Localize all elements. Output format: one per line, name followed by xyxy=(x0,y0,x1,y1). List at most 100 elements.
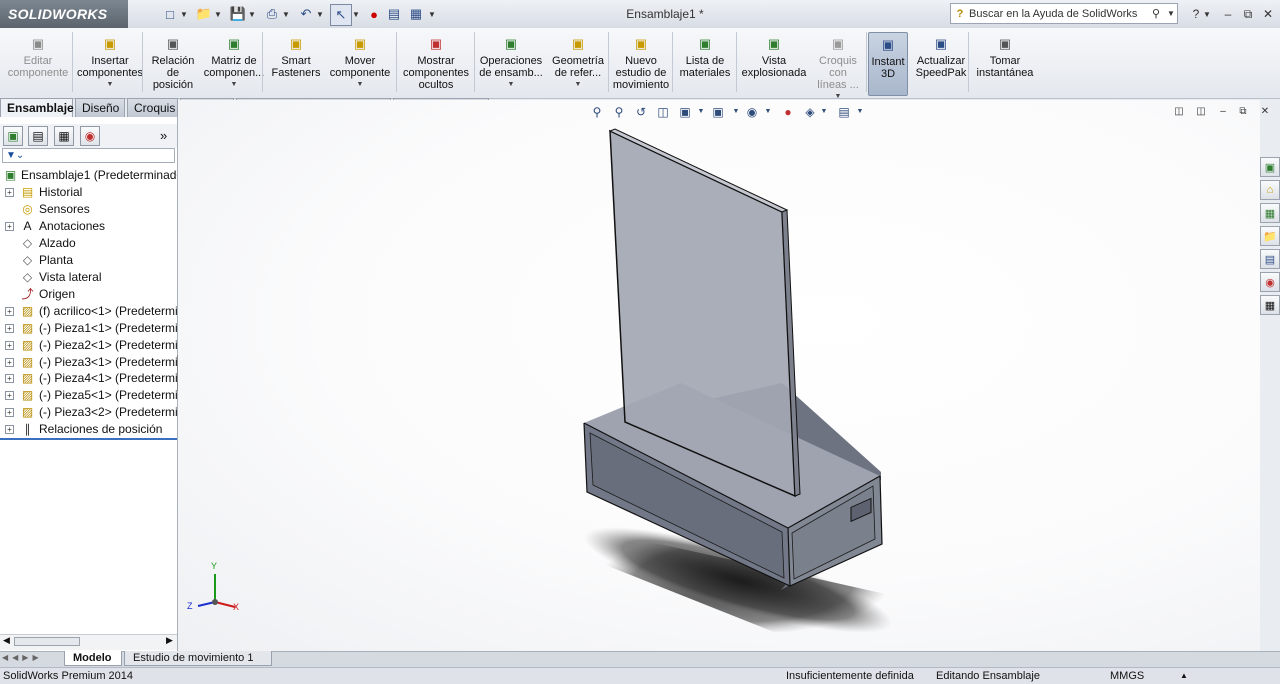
tree-item[interactable]: + ∥ Relaciones de posición xyxy=(0,421,177,438)
display-manager-tab-icon[interactable]: ◉ xyxy=(80,126,100,146)
property-manager-tab-icon[interactable]: ▤ xyxy=(28,126,48,146)
show-hidden-components-button[interactable]: ▣ Mostrar componentes ocultos xyxy=(398,32,474,96)
chevron-down-icon[interactable]: ▼ xyxy=(1165,9,1177,18)
configuration-manager-tab-icon[interactable]: ▦ xyxy=(54,126,74,146)
hide-show-items-icon[interactable]: ◉ xyxy=(744,104,760,120)
split-view-icon[interactable]: ◫ xyxy=(1194,104,1208,120)
expand-icon[interactable]: + xyxy=(5,357,14,367)
instant-3d-button[interactable]: ▣ Instant 3D xyxy=(868,32,908,96)
move-component-button[interactable]: ▣ Mover componente ▼ xyxy=(325,32,395,96)
scroll-left-icon[interactable]: ◀ xyxy=(3,635,10,646)
chevron-down-icon[interactable]: ▼ xyxy=(231,81,238,89)
previous-view-icon[interactable]: ↺ xyxy=(633,104,649,120)
edit-component-button[interactable]: ▣ Editar componente xyxy=(5,32,71,96)
apply-scene-icon[interactable]: ◈ xyxy=(802,104,818,120)
expand-icon[interactable]: + xyxy=(5,306,14,316)
tree-item[interactable]: ◇ Planta xyxy=(0,252,177,269)
chevron-down-icon[interactable]: ▼ xyxy=(316,4,324,24)
expand-icon[interactable]: + xyxy=(5,323,14,333)
chevron-down-icon[interactable]: ▼ xyxy=(428,4,436,24)
expand-icon[interactable]: + xyxy=(5,188,14,197)
expand-icon[interactable]: + xyxy=(5,340,14,350)
tree-item[interactable]: + ▨ (-) Pieza5<1> (Predetermina xyxy=(0,387,177,404)
doc-minimize-icon[interactable]: – xyxy=(1216,104,1230,120)
print-icon[interactable]: ⎙ xyxy=(262,4,282,24)
tree-item[interactable]: ⤴ Origen xyxy=(0,286,177,303)
tree-item[interactable]: + ▨ (f) acrilico<1> (Predetermin xyxy=(0,303,177,320)
close-icon[interactable]: ✕ xyxy=(1258,4,1278,24)
help-search-box[interactable]: ? Buscar en la Ayuda de SolidWorks ⚲ ▼ xyxy=(950,3,1178,24)
chevron-down-icon[interactable]: ▼ xyxy=(820,104,828,120)
tree-item[interactable]: ◇ Alzado xyxy=(0,235,177,252)
view-palette-icon[interactable]: ▤ xyxy=(1260,249,1280,269)
design-library-icon[interactable]: ▦ xyxy=(1260,203,1280,223)
scroll-right-icon[interactable]: ▶ xyxy=(166,635,173,646)
zoom-to-fit-icon[interactable]: ⚲ xyxy=(589,104,605,120)
tree-item[interactable]: + ▨ (-) Pieza4<1> (Predetermina xyxy=(0,370,177,387)
open-folder-icon[interactable]: 📁 xyxy=(194,4,214,24)
bill-of-materials-button[interactable]: ▣ Lista de materiales xyxy=(674,32,736,96)
chevron-down-icon[interactable]: ▼ xyxy=(248,4,256,24)
chevron-down-icon[interactable]: ▼ xyxy=(1202,4,1212,24)
component-pattern-button[interactable]: ▣ Matriz de componen... ▼ xyxy=(203,32,265,96)
horizontal-scrollbar[interactable]: ◀ ▶ xyxy=(0,634,177,650)
zoom-to-area-icon[interactable]: ⚲ xyxy=(611,104,627,120)
new-motion-study-button[interactable]: ▣ Nuevo estudio de movimiento xyxy=(612,32,670,96)
take-snapshot-button[interactable]: ▣ Tomar instantánea xyxy=(972,32,1038,96)
motion-study-tab[interactable]: Estudio de movimiento 1 xyxy=(124,651,272,666)
chevron-down-icon[interactable]: ▼ xyxy=(357,81,364,89)
rebuild-traffic-light-icon[interactable]: ● xyxy=(364,4,384,24)
chevron-down-icon[interactable]: ▼ xyxy=(856,104,864,120)
edit-appearance-icon[interactable]: ● xyxy=(780,104,796,120)
tree-item[interactable]: + ▨ (-) Pieza3<1> (Predetermina xyxy=(0,354,177,371)
tree-item[interactable]: + A Anotaciones xyxy=(0,218,177,235)
chevron-down-icon[interactable]: ▼ xyxy=(180,4,188,24)
doc-close-icon[interactable]: ✕ xyxy=(1258,104,1272,120)
solidworks-resources-icon[interactable]: ▣ xyxy=(1260,157,1280,177)
tree-item[interactable]: + ▤ Historial xyxy=(0,184,177,201)
chevron-down-icon[interactable]: ▼ xyxy=(214,4,222,24)
expand-icon[interactable]: + xyxy=(5,425,14,435)
smart-fasteners-button[interactable]: ▣ Smart Fasteners xyxy=(268,32,324,96)
tab-diseño[interactable]: Diseño xyxy=(75,98,125,117)
view-orientation-icon[interactable]: ▣ xyxy=(677,104,693,120)
chevron-down-icon[interactable]: ▼ xyxy=(764,104,772,120)
doc-restore-icon[interactable]: ⧉ xyxy=(1236,104,1250,120)
chevron-down-icon[interactable]: ▼ xyxy=(107,81,114,89)
model-render[interactable] xyxy=(178,100,1260,651)
undo-icon[interactable]: ↶ xyxy=(296,4,316,24)
chevron-down-icon[interactable]: ▼ xyxy=(732,104,740,120)
file-properties-icon[interactable]: ▤ xyxy=(384,4,404,24)
tree-item[interactable]: + ▨ (-) Pieza1<1> (Predetermina xyxy=(0,320,177,337)
search-input[interactable]: Buscar en la Ayuda de SolidWorks xyxy=(969,8,1147,20)
search-icon[interactable]: ⚲ xyxy=(1147,7,1165,20)
insert-components-button[interactable]: ▣ Insertar componentes ▼ xyxy=(75,32,145,96)
chevron-down-icon[interactable]: ▼ xyxy=(282,4,290,24)
display-style-icon[interactable]: ▣ xyxy=(710,104,726,120)
restore-icon[interactable]: ⧉ xyxy=(1238,4,1258,24)
tree-item[interactable]: + ▨ (-) Pieza3<2> (Predetermina xyxy=(0,404,177,421)
save-icon[interactable]: 💾 xyxy=(228,4,248,24)
assembly-features-button[interactable]: ▣ Operaciones de ensamb... ▼ xyxy=(478,32,544,96)
tree-item[interactable]: + ▨ (-) Pieza2<1> (Predetermina xyxy=(0,337,177,354)
tree-item[interactable]: ◇ Vista lateral xyxy=(0,269,177,286)
update-speedpak-button[interactable]: ▣ Actualizar SpeedPak xyxy=(912,32,970,96)
section-view-icon[interactable]: ◫ xyxy=(655,104,671,120)
feature-tree-tab-icon[interactable]: ▣ xyxy=(3,126,23,146)
expand-icon[interactable]: + xyxy=(5,221,14,231)
file-explorer-icon[interactable]: 📁 xyxy=(1260,226,1280,246)
custom-properties-icon[interactable]: ▦ xyxy=(1260,295,1280,315)
home-icon[interactable]: ⌂ xyxy=(1260,180,1280,200)
tab-croquis[interactable]: Croquis xyxy=(127,98,178,117)
tile-window-icon[interactable]: ◫ xyxy=(1172,104,1186,120)
units-arrow-icon[interactable]: ▲ xyxy=(1180,668,1188,684)
units-status[interactable]: MMGS xyxy=(1110,668,1144,684)
reference-geometry-button[interactable]: ▣ Geometría de refer... ▼ xyxy=(548,32,608,96)
mate-button[interactable]: ▣ Relación de posición xyxy=(145,32,201,96)
tab-scroll-arrows-icon[interactable]: ◀◀▶▶ xyxy=(2,653,43,662)
chevron-down-icon[interactable]: ▼ xyxy=(575,81,582,89)
chevron-down-icon[interactable]: ▼ xyxy=(352,4,360,24)
tab-ensamblaje[interactable]: Ensamblaje xyxy=(0,98,74,117)
expand-icon[interactable]: + xyxy=(5,391,14,401)
tree-root[interactable]: ▣ Ensamblaje1 (Predeterminado< xyxy=(0,167,177,184)
